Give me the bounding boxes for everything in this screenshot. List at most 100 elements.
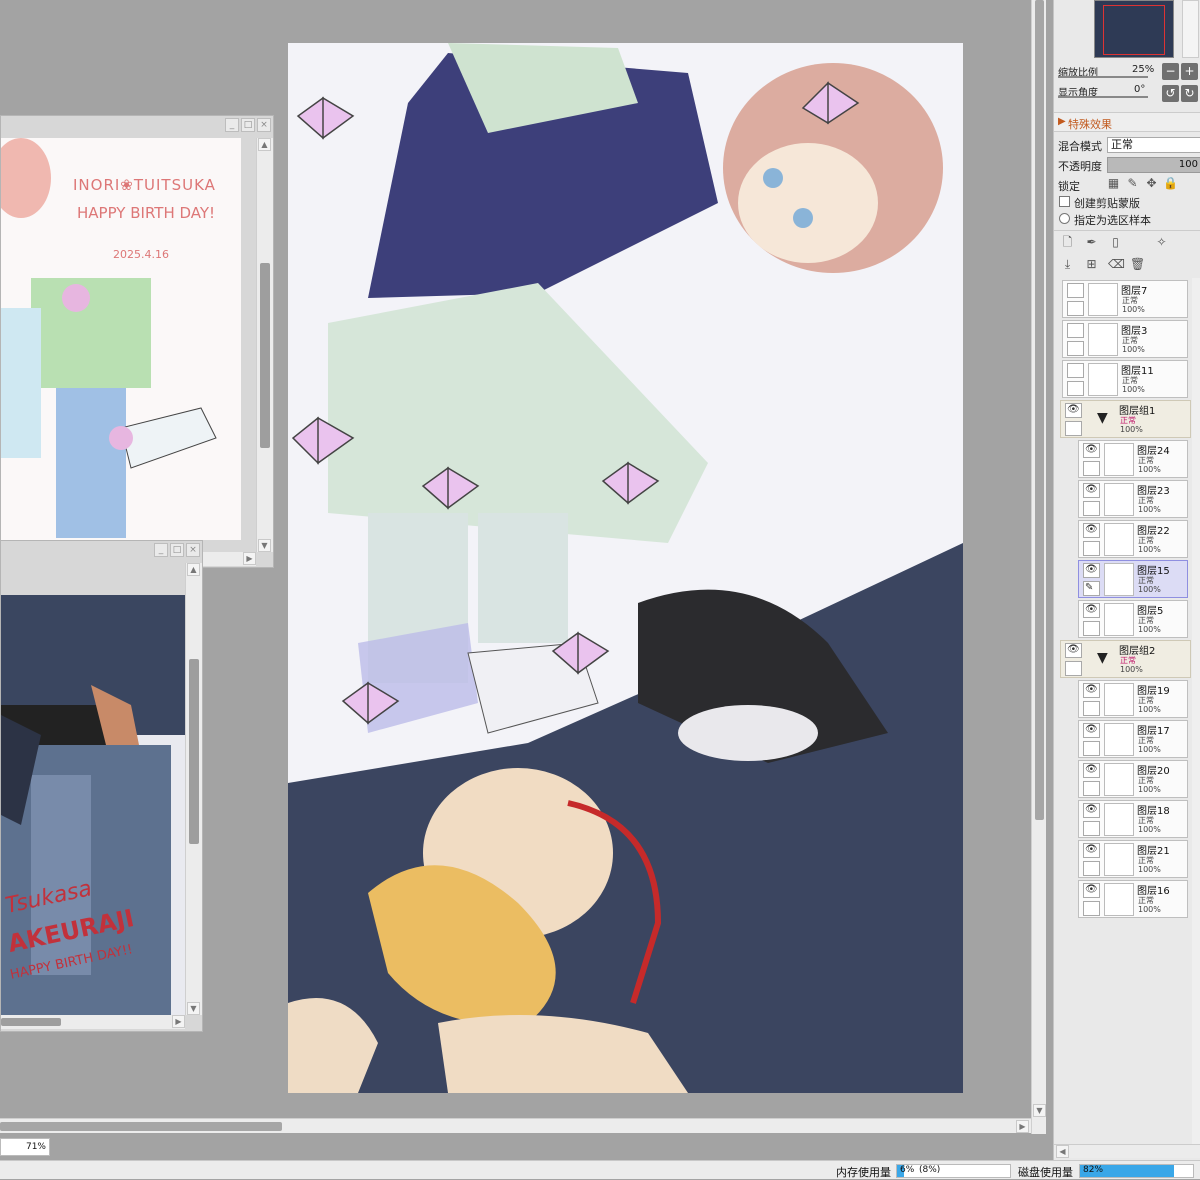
lock-all-icon[interactable]: 🔒 xyxy=(1163,176,1178,191)
layer-lock-toggle[interactable] xyxy=(1067,381,1084,396)
scroll-up-icon[interactable]: ▲ xyxy=(258,138,271,151)
layer-row[interactable]: 👁 图层17 正常 100% xyxy=(1078,720,1188,758)
lock-transparency-icon[interactable]: ▦ xyxy=(1106,176,1121,191)
main-canvas[interactable] xyxy=(288,43,963,1093)
layer-list-bottom-scrollbar[interactable]: ◀ xyxy=(1054,1144,1200,1158)
close-button[interactable]: × xyxy=(257,118,271,132)
scroll-left-icon[interactable]: ◀ xyxy=(1056,1145,1069,1158)
visibility-toggle[interactable] xyxy=(1067,323,1084,338)
zoom-in-button[interactable]: + xyxy=(1181,63,1198,80)
vertical-scrollbar[interactable]: ▲ ▼ xyxy=(256,138,273,552)
folder-expand-icon[interactable]: ▼ xyxy=(1097,410,1108,426)
scroll-right-icon[interactable]: ▶ xyxy=(172,1015,185,1028)
lock-paint-icon[interactable]: ✎ xyxy=(1125,176,1140,191)
layer-lock-toggle[interactable] xyxy=(1083,901,1100,916)
vertical-scrollbar[interactable]: ▲ ▼ xyxy=(185,563,202,1015)
layer-lock-toggle[interactable] xyxy=(1083,621,1100,636)
scroll-down-icon[interactable]: ▼ xyxy=(1033,1104,1046,1117)
layer-row[interactable]: 👁 图层22 正常 100% xyxy=(1078,520,1188,558)
visibility-toggle[interactable]: 👁 xyxy=(1083,723,1100,738)
visibility-toggle[interactable]: 👁 xyxy=(1083,803,1100,818)
angle-slider[interactable] xyxy=(1058,96,1148,98)
layer-row[interactable]: 👁 图层16 正常 100% xyxy=(1078,880,1188,918)
layer-row[interactable]: 👁 图层19 正常 100% xyxy=(1078,680,1188,718)
visibility-toggle[interactable]: 👁 xyxy=(1083,883,1100,898)
layer-lock-toggle[interactable] xyxy=(1083,741,1100,756)
visibility-toggle[interactable]: 👁 xyxy=(1083,683,1100,698)
layer-list-scrollbar[interactable] xyxy=(1192,278,1200,1144)
scroll-thumb[interactable] xyxy=(189,659,199,844)
visibility-toggle[interactable]: 👁 xyxy=(1083,843,1100,858)
visibility-toggle[interactable]: 👁 xyxy=(1065,643,1082,658)
zoom-out-button[interactable]: − xyxy=(1162,63,1179,80)
layer-row[interactable]: 👁 图层5 正常 100% xyxy=(1078,600,1188,638)
blend-mode-select[interactable]: 正常 xyxy=(1107,137,1200,153)
new-linework-layer-icon[interactable]: ✒ xyxy=(1084,235,1099,250)
visibility-toggle[interactable]: 👁 xyxy=(1083,763,1100,778)
layer-effects-icon[interactable]: ✧ xyxy=(1154,235,1169,250)
merge-down-icon[interactable]: ⊞ xyxy=(1084,257,1099,272)
scroll-down-icon[interactable]: ▼ xyxy=(187,1002,200,1015)
navigator-scrollbar[interactable] xyxy=(1182,0,1199,58)
visibility-toggle[interactable]: 👁 xyxy=(1083,443,1100,458)
layer-row[interactable]: 👁 ✎ 图层15 正常 100% xyxy=(1078,560,1188,598)
visibility-toggle[interactable]: 👁 xyxy=(1083,563,1100,578)
layer-row[interactable]: 图层3 正常 100% xyxy=(1062,320,1188,358)
layer-lock-toggle[interactable] xyxy=(1067,341,1084,356)
layer-lock-toggle[interactable] xyxy=(1065,661,1082,676)
new-folder-icon[interactable]: ▯ xyxy=(1108,235,1123,250)
delete-layer-icon[interactable]: 🗑 xyxy=(1130,257,1145,272)
canvas-zoom-readout[interactable]: 71% xyxy=(0,1138,50,1156)
layer-row[interactable]: 👁 图层18 正常 100% xyxy=(1078,800,1188,838)
layer-lock-toggle[interactable] xyxy=(1083,821,1100,836)
layer-row[interactable]: 图层7 正常 100% xyxy=(1062,280,1188,318)
layer-row[interactable]: 👁 图层23 正常 100% xyxy=(1078,480,1188,518)
minimize-button[interactable]: _ xyxy=(225,118,239,132)
opacity-slider[interactable]: 100 xyxy=(1107,157,1200,173)
visibility-toggle[interactable]: 👁 xyxy=(1083,523,1100,538)
document-window-inori[interactable]: _ □ × INORI❀TUITSUKA HAPPY BIRTH DAY! 20… xyxy=(0,115,274,568)
scroll-right-icon[interactable]: ▶ xyxy=(243,552,256,565)
canvas-vertical-scrollbar[interactable]: ▼ xyxy=(1031,0,1046,1134)
layer-lock-toggle[interactable] xyxy=(1083,461,1100,476)
visibility-toggle[interactable]: 👁 xyxy=(1083,483,1100,498)
visibility-toggle[interactable] xyxy=(1067,363,1084,378)
layer-lock-toggle[interactable]: ✎ xyxy=(1083,581,1100,596)
maximize-button[interactable]: □ xyxy=(241,118,255,132)
scroll-thumb[interactable] xyxy=(0,1122,282,1131)
horizontal-scrollbar[interactable]: ▶ xyxy=(1,1015,185,1029)
zoom-slider[interactable] xyxy=(1058,76,1148,78)
layer-lock-toggle[interactable] xyxy=(1083,541,1100,556)
folder-expand-icon[interactable]: ▼ xyxy=(1097,650,1108,666)
close-button[interactable]: × xyxy=(186,543,200,557)
transfer-down-icon[interactable]: ⤓ xyxy=(1060,257,1075,272)
clear-layer-icon[interactable]: ⌫ xyxy=(1108,257,1125,272)
scroll-thumb[interactable] xyxy=(1035,0,1044,820)
visibility-toggle[interactable]: 👁 xyxy=(1065,403,1082,418)
document-window-tsukasa[interactable]: _ □ × Tsukasa AKEURAJI HAPPY BIRTH DAY!!… xyxy=(0,540,203,1032)
rotate-right-button[interactable]: ↻ xyxy=(1181,85,1198,102)
layer-row[interactable]: 👁 图层20 正常 100% xyxy=(1078,760,1188,798)
rotate-left-button[interactable]: ↺ xyxy=(1162,85,1179,102)
layer-group-row[interactable]: 👁 ▼ 图层组1 正常 100% xyxy=(1060,400,1191,438)
layer-lock-toggle[interactable] xyxy=(1083,861,1100,876)
scroll-thumb[interactable] xyxy=(1,1018,61,1026)
clip-mask-checkbox[interactable] xyxy=(1059,196,1070,207)
layer-lock-toggle[interactable] xyxy=(1083,701,1100,716)
layer-lock-toggle[interactable] xyxy=(1067,301,1084,316)
layer-row[interactable]: 图层11 正常 100% xyxy=(1062,360,1188,398)
scroll-up-icon[interactable]: ▲ xyxy=(187,563,200,576)
layer-lock-toggle[interactable] xyxy=(1065,421,1082,436)
layer-row[interactable]: 👁 图层21 正常 100% xyxy=(1078,840,1188,878)
scroll-thumb[interactable] xyxy=(260,263,270,448)
layer-lock-toggle[interactable] xyxy=(1083,781,1100,796)
scroll-right-icon[interactable]: ▶ xyxy=(1016,1120,1029,1133)
visibility-toggle[interactable]: 👁 xyxy=(1083,603,1100,618)
scroll-down-icon[interactable]: ▼ xyxy=(258,539,271,552)
lock-move-icon[interactable]: ✥ xyxy=(1144,176,1159,191)
maximize-button[interactable]: □ xyxy=(170,543,184,557)
layer-row[interactable]: 👁 图层24 正常 100% xyxy=(1078,440,1188,478)
selection-sample-radio[interactable] xyxy=(1059,213,1070,224)
canvas-horizontal-scrollbar[interactable]: ▶ xyxy=(0,1118,1031,1133)
effects-header[interactable]: ▶ 特殊效果 xyxy=(1054,112,1200,132)
